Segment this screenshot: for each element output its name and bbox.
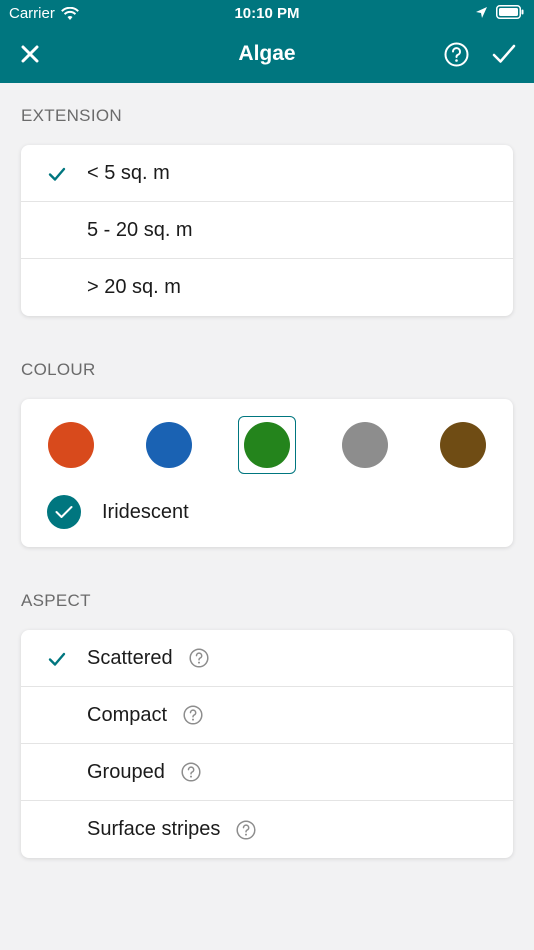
check-icon [55, 506, 73, 518]
extension-option-label: 5 - 20 sq. m [87, 218, 193, 241]
selected-check-icon [48, 652, 66, 666]
aspect-option-grouped[interactable]: Grouped [21, 744, 513, 801]
aspect-card: Scattered Compact Grouped Surface stripe… [21, 630, 513, 858]
swatch-brown-circle [440, 422, 486, 468]
confirm-button[interactable] [488, 38, 520, 70]
aspect-option-label: Surface stripes [87, 818, 221, 840]
help-circle-icon [444, 42, 468, 66]
aspect-section-label: ASPECT [21, 591, 91, 610]
help-circle-icon[interactable] [183, 705, 203, 725]
swatch-orange[interactable] [42, 416, 100, 474]
iridescent-label: Iridescent [102, 500, 189, 523]
swatch-grey[interactable] [336, 416, 394, 474]
selected-check-icon [48, 167, 66, 181]
swatch-brown[interactable] [434, 416, 492, 474]
extension-card: < 5 sq. m 5 - 20 sq. m > 20 sq. m [21, 145, 513, 316]
aspect-option-scattered[interactable]: Scattered [21, 630, 513, 687]
top-bar: Carrier 10:10 PM Algae [0, 0, 534, 83]
clock: 10:10 PM [234, 5, 300, 22]
colour-card: Iridescent [21, 399, 513, 547]
swatch-orange-circle [48, 422, 94, 468]
extension-section-label: EXTENSION [21, 106, 122, 125]
status-bar: Carrier 10:10 PM [0, 0, 534, 28]
aspect-option-compact[interactable]: Compact [21, 687, 513, 744]
help-circle-icon[interactable] [181, 762, 201, 782]
extension-option-label: < 5 sq. m [87, 161, 170, 184]
check-icon [492, 44, 516, 63]
extension-option-small[interactable]: < 5 sq. m [21, 145, 513, 202]
aspect-option-label: Compact [87, 703, 168, 726]
aspect-option-label: Grouped [87, 760, 165, 783]
swatch-blue[interactable] [140, 416, 198, 474]
swatch-blue-circle [146, 422, 192, 468]
aspect-option-content: Surface stripes [87, 818, 256, 841]
aspect-option-surface-stripes[interactable]: Surface stripes [21, 801, 513, 858]
iridescent-checkbox[interactable]: Iridescent [47, 495, 189, 529]
help-circle-icon[interactable] [189, 648, 209, 668]
swatch-green-circle [244, 422, 290, 468]
aspect-option-label: Scattered [87, 646, 173, 669]
extension-option-label: > 20 sq. m [87, 276, 181, 298]
extension-option-large[interactable]: > 20 sq. m [21, 259, 513, 316]
navigation-bar: Algae [0, 28, 534, 83]
aspect-option-content: Grouped [87, 761, 201, 784]
battery-icon [496, 5, 524, 19]
status-right [475, 5, 524, 19]
aspect-option-content: Scattered [87, 647, 209, 670]
colour-swatches [21, 416, 513, 474]
extension-option-medium[interactable]: 5 - 20 sq. m [21, 202, 513, 259]
swatch-grey-circle [342, 422, 388, 468]
colour-section-label: COLOUR [21, 360, 96, 379]
help-circle-icon[interactable] [236, 819, 256, 840]
location-arrow-icon [476, 6, 487, 18]
iridescent-check-toggle [47, 495, 81, 529]
swatch-green[interactable] [238, 416, 296, 474]
aspect-option-content: Compact [87, 704, 203, 727]
help-button[interactable] [440, 38, 472, 70]
